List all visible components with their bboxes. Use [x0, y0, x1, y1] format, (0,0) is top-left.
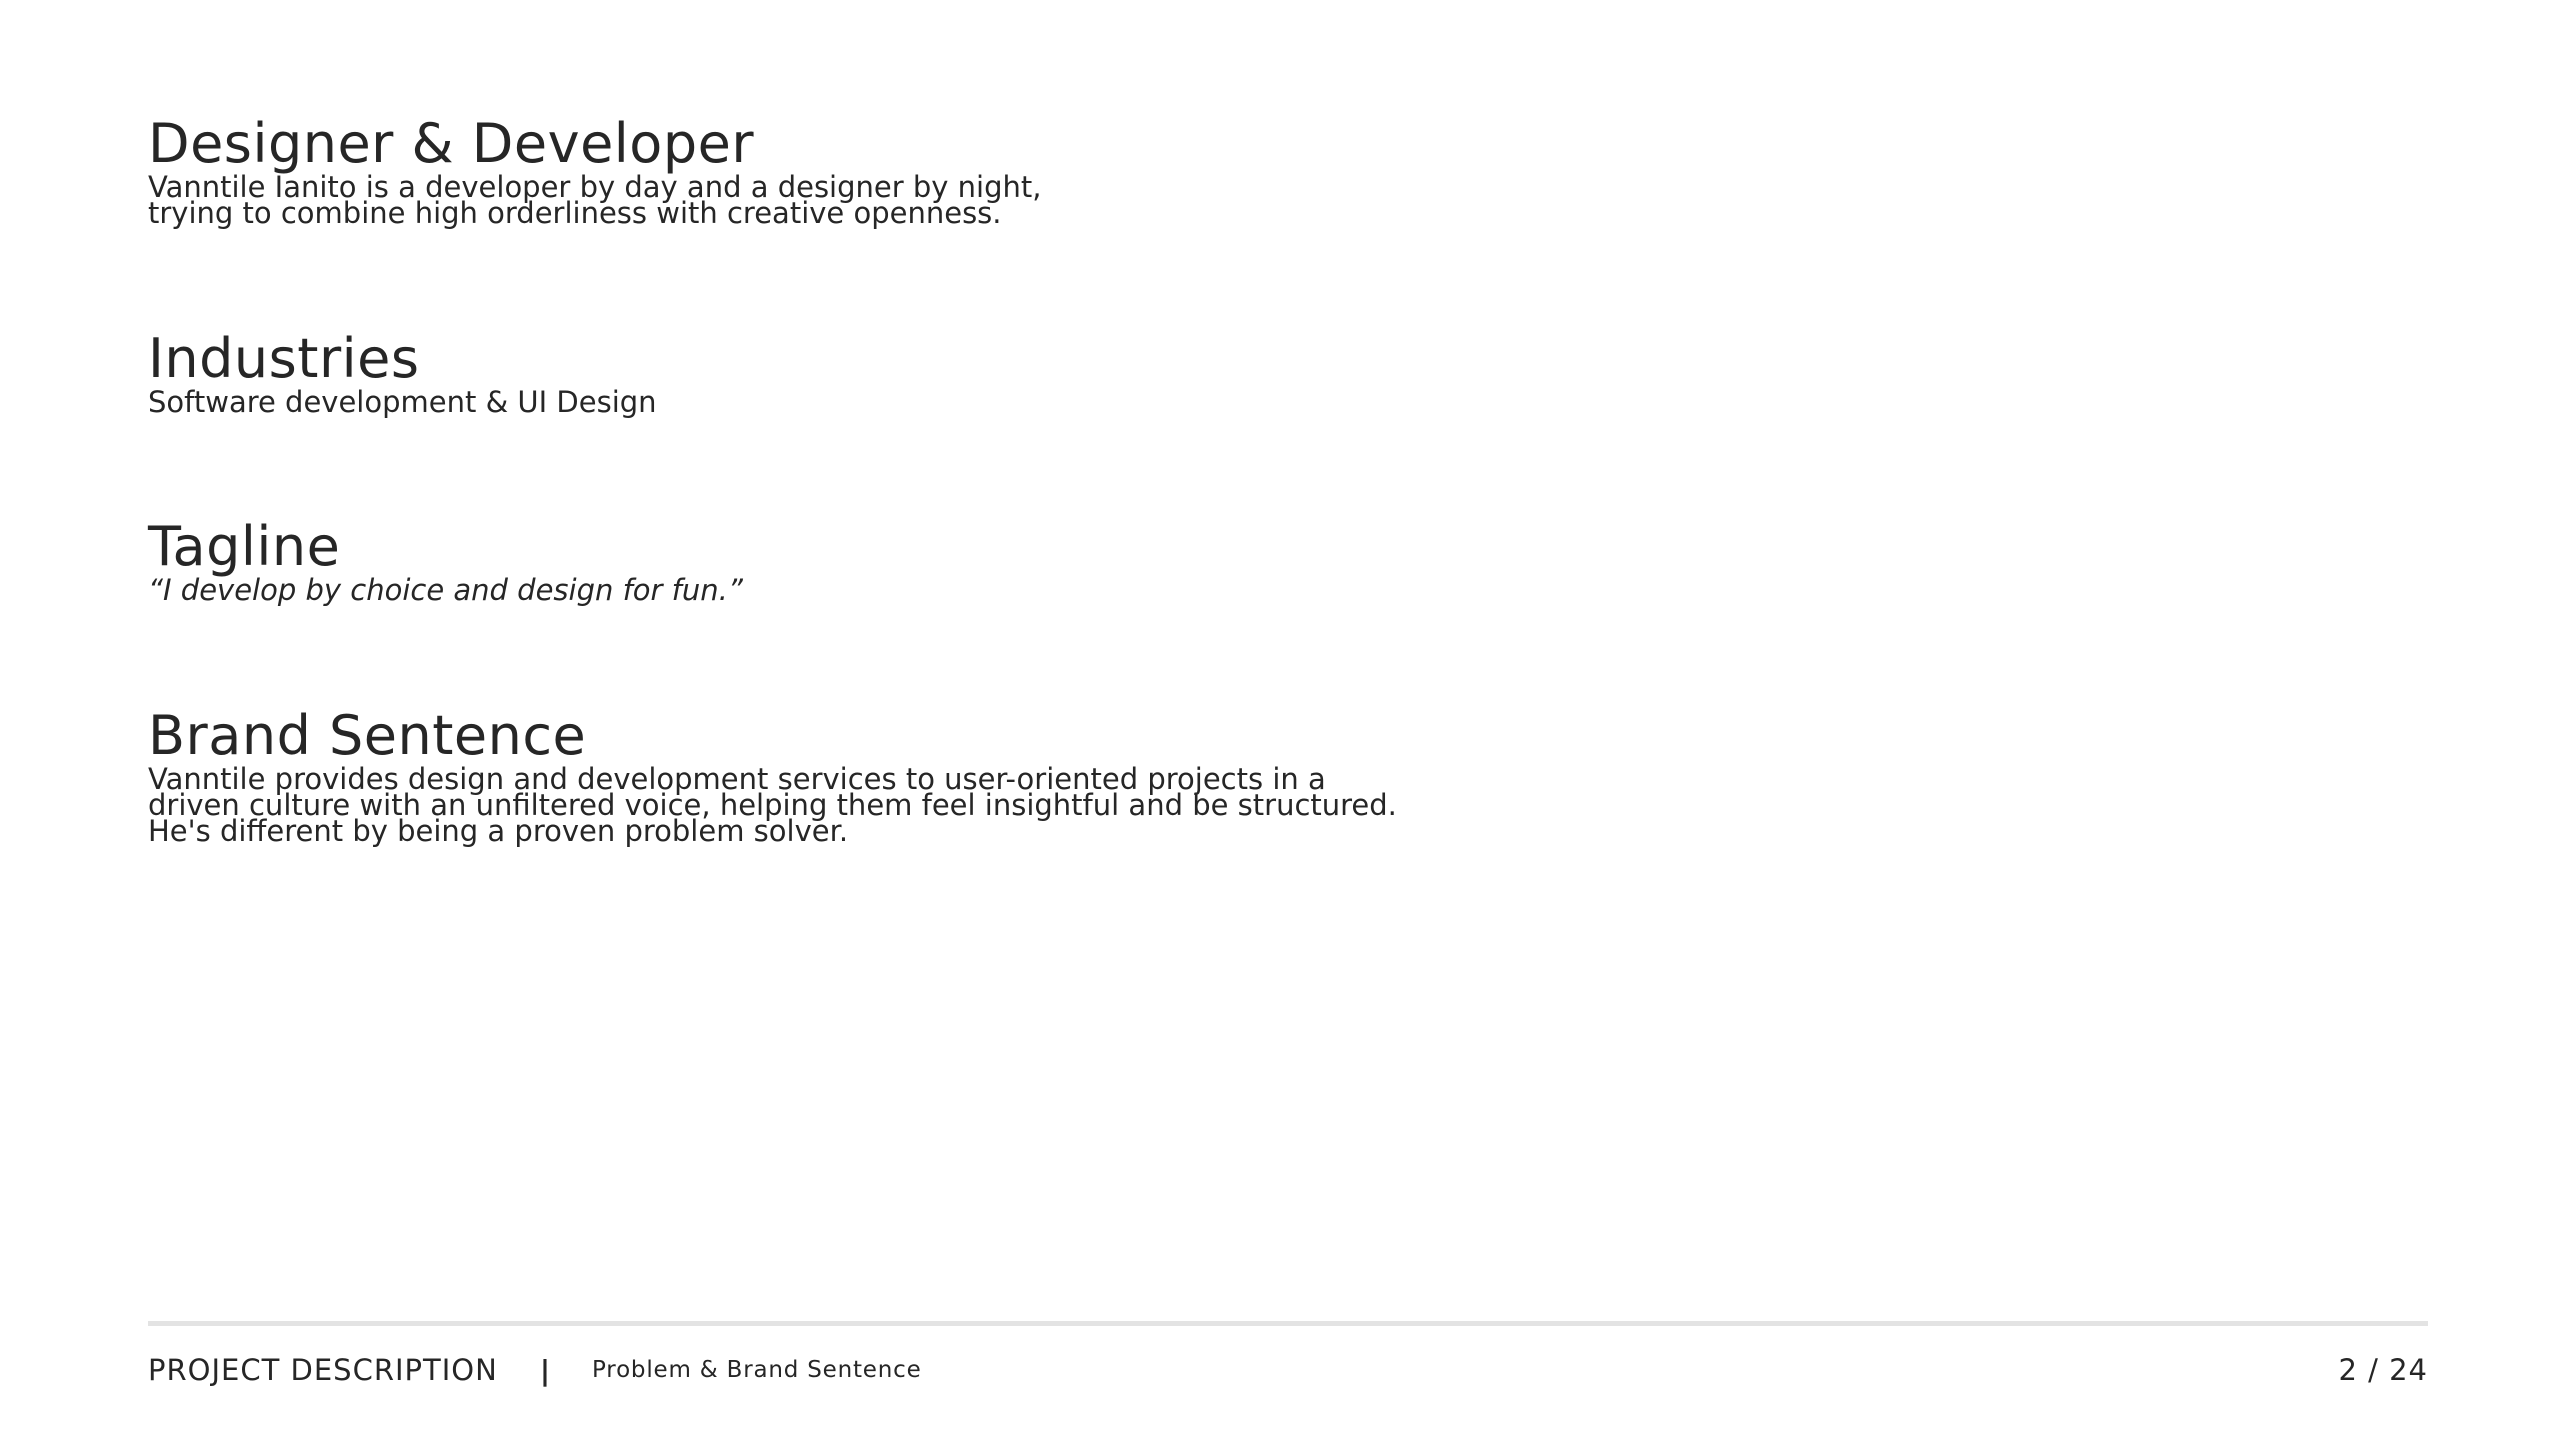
tagline-quote: “I develop by choice and design for fun.… — [148, 573, 1548, 607]
section-heading: Designer & Developer — [148, 112, 755, 175]
footer-separator: | — [539, 1353, 551, 1387]
footer-subtitle: Problem & Brand Sentence — [592, 1357, 922, 1383]
section-heading: Tagline — [148, 515, 341, 578]
page-number: 2 / 24 — [2338, 1353, 2428, 1387]
section-heading: Brand Sentence — [148, 704, 587, 767]
section-heading: Industries — [148, 327, 420, 390]
section-industries: Industries Software development & UI Des… — [148, 327, 1548, 419]
section-body: Vanntile provides design and development… — [148, 765, 1548, 846]
section-tagline: Tagline “I develop by choice and design … — [148, 515, 1548, 607]
section-body: Vanntile Ianito is a developer by day an… — [148, 173, 1548, 230]
section-body: Software development & UI Design — [148, 385, 1548, 419]
body-line: “I develop by choice and design for fun.… — [148, 573, 743, 607]
body-line: trying to combine high orderliness with … — [148, 196, 1002, 230]
footer-divider — [148, 1321, 2428, 1326]
footer: PROJECT DESCRIPTION | Problem & Brand Se… — [148, 1350, 2428, 1390]
slide: Designer & Developer Vanntile Ianito is … — [0, 0, 2560, 1440]
footer-title: PROJECT DESCRIPTION — [148, 1353, 498, 1387]
body-line: Software development & UI Design — [148, 385, 657, 419]
section-designer-developer: Designer & Developer Vanntile Ianito is … — [148, 112, 1548, 230]
section-brand-sentence: Brand Sentence Vanntile provides design … — [148, 704, 1548, 846]
